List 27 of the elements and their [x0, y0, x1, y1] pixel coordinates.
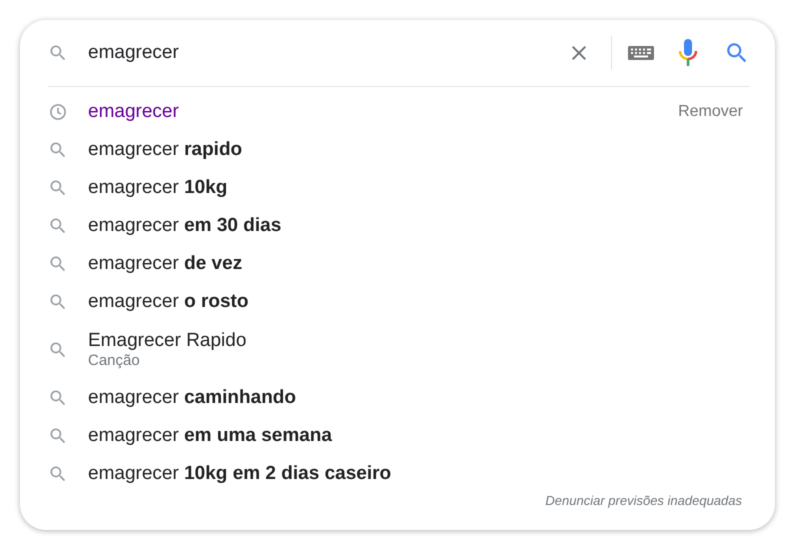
suggestion[interactable]: Emagrecer Rapido — [88, 330, 246, 352]
keyboard-icon[interactable] — [628, 45, 654, 61]
suggestion[interactable]: emagrecer 10kg — [88, 177, 228, 199]
search-field[interactable]: emagrecer — [88, 38, 567, 68]
microphone-icon[interactable] — [678, 39, 698, 67]
search-icon — [48, 216, 68, 236]
search-icon — [48, 43, 68, 63]
report-link[interactable]: Denunciar previsões inadequadas — [545, 490, 742, 510]
search-icon — [48, 340, 68, 360]
search-icon — [48, 254, 68, 274]
suggestion[interactable]: emagrecer 10kg em 2 dias caseiro — [88, 463, 392, 485]
search-icon — [48, 178, 68, 198]
suggestion[interactable]: emagrecer de vez — [88, 253, 242, 275]
suggestion[interactable]: emagrecer — [88, 101, 179, 123]
search-icon — [48, 140, 68, 160]
search-icon — [48, 388, 68, 408]
search-icon — [48, 292, 68, 312]
clock-icon — [48, 102, 68, 122]
suggestion[interactable]: emagrecer rapido — [88, 139, 242, 161]
suggestion-subtitle: Canção — [88, 352, 141, 370]
suggestion[interactable]: emagrecer em uma semana — [88, 425, 332, 447]
suggestion[interactable]: emagrecer caminhando — [88, 387, 296, 409]
suggestion[interactable]: emagrecer o rosto — [88, 291, 248, 313]
suggestion[interactable]: emagrecer em 30 dias — [88, 215, 282, 237]
search-icon — [48, 426, 68, 446]
remove-link[interactable]: Remover — [678, 100, 743, 124]
search-icon — [48, 464, 68, 484]
